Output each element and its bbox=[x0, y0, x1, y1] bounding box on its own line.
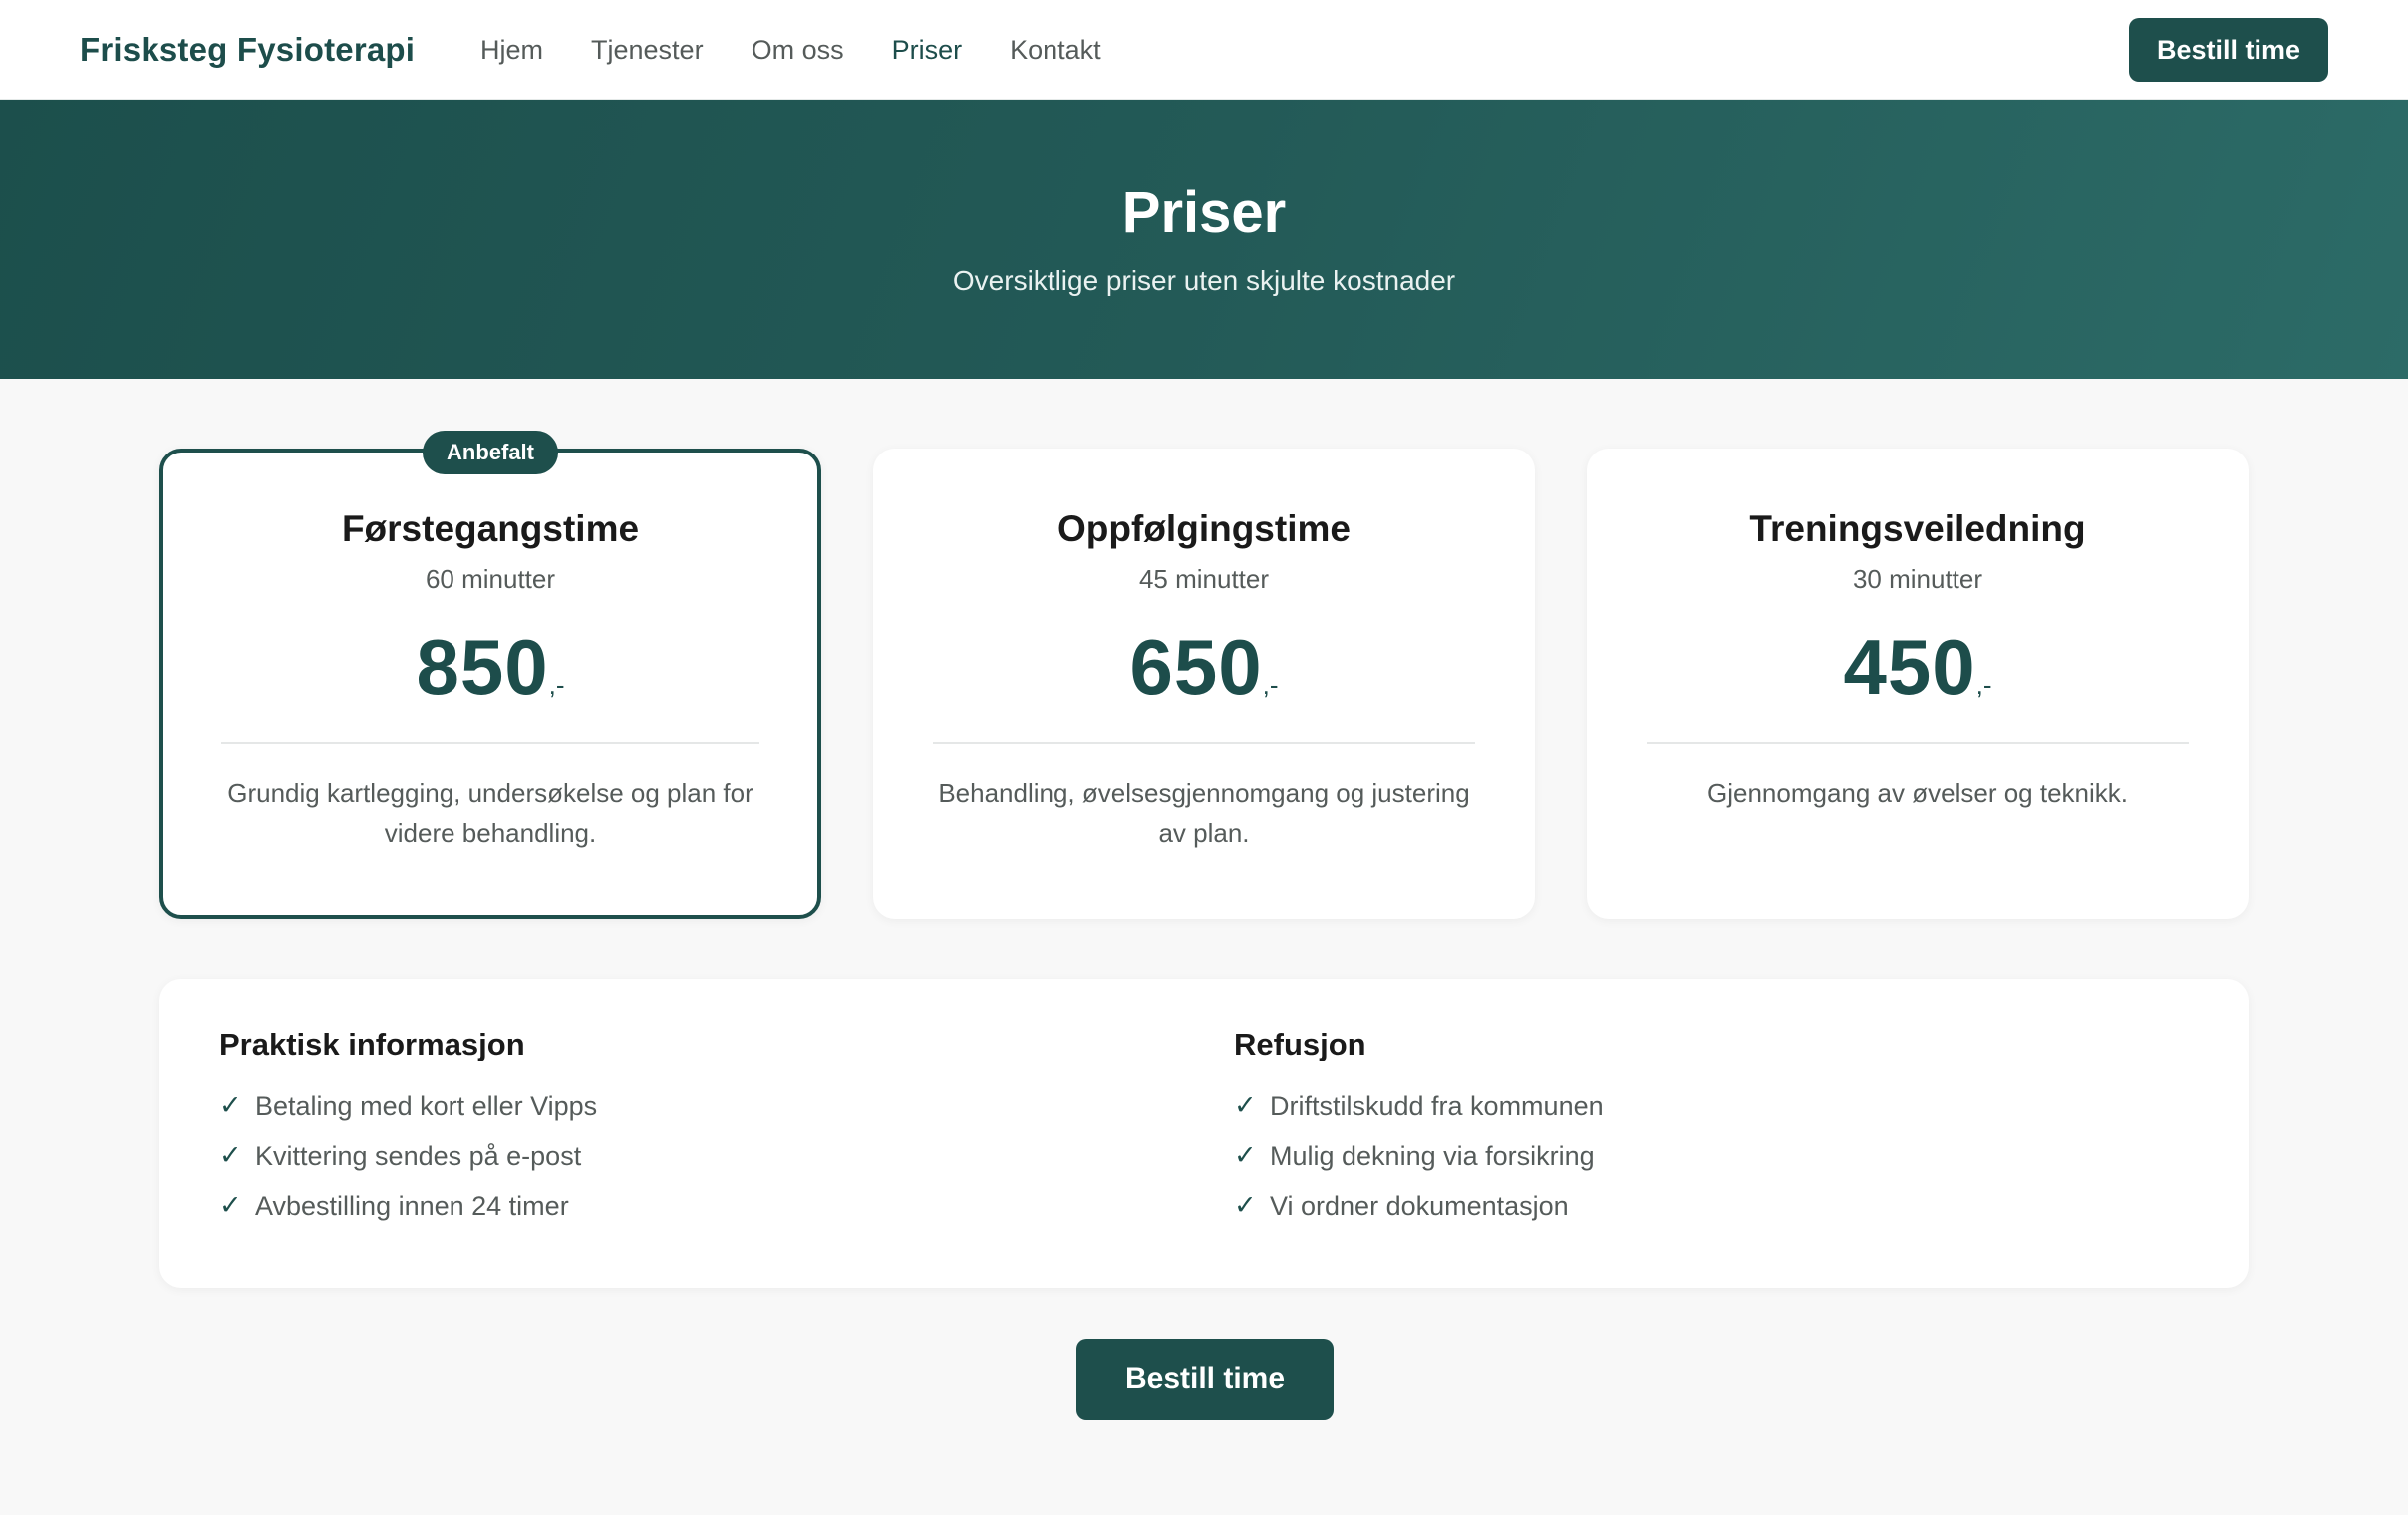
pricing-card-oppfolgingstime: Oppfølgingstime 45 minutter 650,- Behand… bbox=[873, 449, 1535, 919]
practical-info-list: ✓ Betaling med kort eller Vipps ✓ Kvitteri… bbox=[219, 1086, 597, 1236]
practical-info-heading: Praktisk informasjon bbox=[219, 1027, 525, 1061]
pricing-card-description: Grundig kartlegging, undersøkelse og pla… bbox=[227, 778, 753, 848]
pricing-card-forstegangstime: Anbefalt Førstegangstime 60 minutter 850… bbox=[159, 431, 821, 919]
checkmark-icon: ✓ bbox=[1234, 1190, 1257, 1221]
card-divider bbox=[221, 742, 759, 744]
nav-link-tjenester[interactable]: Tjenester bbox=[591, 35, 704, 66]
pricing-card-title: Førstegangstime bbox=[341, 508, 640, 549]
list-item: ✓ Driftstilskudd fra kommunen bbox=[1234, 1086, 1604, 1136]
card-divider bbox=[933, 742, 1475, 744]
info-panel: Praktisk informasjon ✓ Betaling med kort … bbox=[159, 979, 2249, 1288]
pricing-card-duration: 30 minutter bbox=[1852, 564, 1983, 594]
list-item: ✓ Mulig dekning via forsikring bbox=[1234, 1136, 1604, 1186]
refund-heading: Refusjon bbox=[1234, 1027, 1366, 1061]
checkmark-icon: ✓ bbox=[219, 1090, 242, 1121]
pricing-card-duration: 45 minutter bbox=[1138, 564, 1270, 594]
checkmark-icon: ✓ bbox=[219, 1140, 242, 1171]
pricing-card-title: Treningsveiledning bbox=[1749, 508, 2086, 549]
list-item-text: Kvittering sendes på e-post bbox=[255, 1141, 582, 1171]
book-appointment-button-bottom[interactable]: Bestill time bbox=[1076, 1339, 1334, 1420]
price-amount: 650 bbox=[1129, 623, 1263, 711]
list-item-text: Vi ordner dokumentasjon bbox=[1270, 1191, 1569, 1221]
card-divider bbox=[1647, 742, 2189, 744]
pricing-card-title: Oppfølgingstime bbox=[1057, 508, 1351, 549]
main-nav: Hjem Tjenester Om oss Priser Kontakt bbox=[480, 0, 1149, 100]
nav-link-kontakt[interactable]: Kontakt bbox=[1010, 35, 1101, 66]
list-item-text: Driftstilskudd fra kommunen bbox=[1270, 1091, 1604, 1121]
list-item: ✓ Avbestilling innen 24 timer bbox=[219, 1186, 597, 1236]
pricing-card-price: 850,- bbox=[163, 622, 817, 713]
recommended-badge: Anbefalt bbox=[423, 431, 558, 474]
nav-link-om-oss[interactable]: Om oss bbox=[752, 35, 844, 66]
checkmark-icon: ✓ bbox=[1234, 1090, 1257, 1121]
list-item-text: Mulig dekning via forsikring bbox=[1270, 1141, 1595, 1171]
checkmark-icon: ✓ bbox=[219, 1190, 242, 1221]
pricing-card-price: 450,- bbox=[1587, 622, 2249, 713]
price-suffix: ,- bbox=[1975, 670, 1992, 700]
list-item: ✓ Vi ordner dokumentasjon bbox=[1234, 1186, 1604, 1236]
book-appointment-button-header[interactable]: Bestill time bbox=[2129, 18, 2328, 82]
price-suffix: ,- bbox=[548, 670, 565, 700]
brand-logo-text[interactable]: Frisksteg Fysioterapi bbox=[80, 0, 415, 100]
list-item: ✓ Betaling med kort eller Vipps bbox=[219, 1086, 597, 1136]
page-subtitle: Oversiktlige priser uten skjulte kostnad… bbox=[952, 265, 1456, 296]
list-item-text: Betaling med kort eller Vipps bbox=[255, 1091, 598, 1121]
pricing-card-duration: 60 minutter bbox=[425, 564, 556, 594]
price-suffix: ,- bbox=[1262, 670, 1279, 700]
page-title: Priser bbox=[1121, 180, 1287, 245]
price-amount: 450 bbox=[1843, 623, 1976, 711]
nav-link-hjem[interactable]: Hjem bbox=[480, 35, 543, 66]
refund-list: ✓ Driftstilskudd fra kommunen ✓ Mulig dekn… bbox=[1234, 1086, 1604, 1236]
top-navigation-bar: Frisksteg Fysioterapi Hjem Tjenester Om … bbox=[0, 0, 2408, 100]
pricing-card-price: 650,- bbox=[873, 622, 1535, 713]
pricing-card-treningsveiledning: Treningsveiledning 30 minutter 450,- Gje… bbox=[1587, 449, 2249, 919]
pricing-card-description: Behandling, øvelsesgjennomgang og juster… bbox=[938, 778, 1470, 848]
checkmark-icon: ✓ bbox=[1234, 1140, 1257, 1171]
pricing-card-description: Gjennomgang av øvelser og teknikk. bbox=[1707, 778, 2128, 808]
hero-banner: Priser Oversiktlige priser uten skjulte … bbox=[0, 100, 2408, 379]
list-item: ✓ Kvittering sendes på e-post bbox=[219, 1136, 597, 1186]
refund-info-column: Refusjon ✓ Driftstilskudd fra kommunen ✓ M… bbox=[1234, 1027, 1604, 1236]
practical-info-column: Praktisk informasjon ✓ Betaling med kort … bbox=[219, 1027, 597, 1236]
price-amount: 850 bbox=[416, 623, 549, 711]
nav-link-priser[interactable]: Priser bbox=[892, 35, 963, 66]
list-item-text: Avbestilling innen 24 timer bbox=[255, 1191, 569, 1221]
